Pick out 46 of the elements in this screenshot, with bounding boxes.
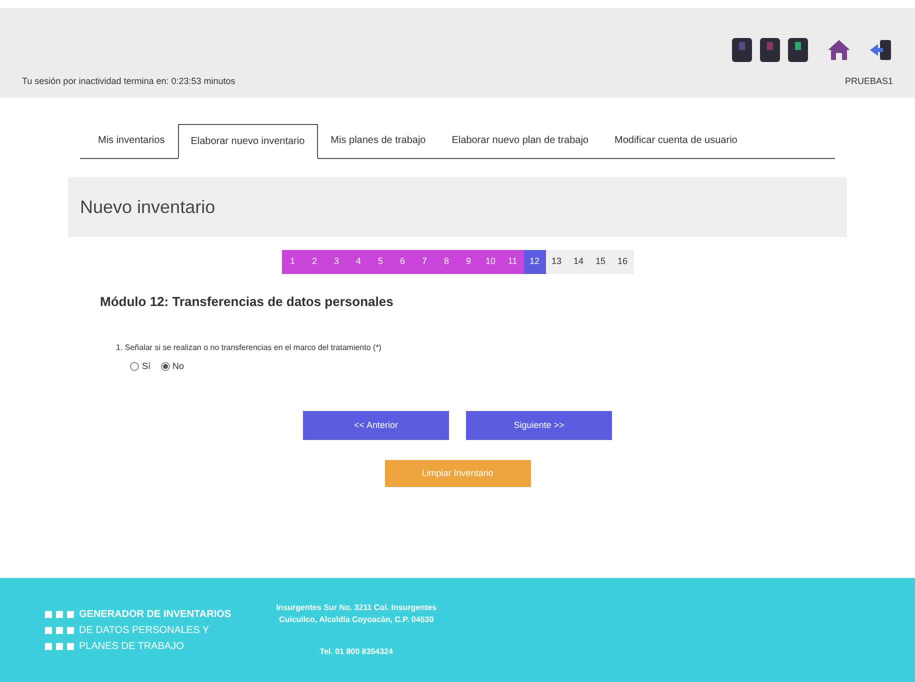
username: PRUEBAS1 xyxy=(844,74,893,88)
step-link[interactable]: 7 xyxy=(414,250,436,274)
tab[interactable]: Elaborar nuevo inventario xyxy=(178,124,318,159)
book-icon[interactable] xyxy=(787,36,809,62)
tab[interactable]: Mis planes de trabajo xyxy=(318,123,439,158)
brand-text: PLANES DE TRABAJO xyxy=(79,640,184,654)
book-icon[interactable] xyxy=(759,36,781,62)
book-icon[interactable] xyxy=(731,36,753,62)
step-link[interactable]: 10 xyxy=(480,250,502,274)
step-link[interactable]: 2 xyxy=(304,250,326,274)
brand-text: DE DATOS PERSONALES Y xyxy=(79,624,210,638)
brand-text: GENERADOR DE INVENTARIOS xyxy=(79,608,232,622)
squares-icon xyxy=(45,610,75,618)
radio-button[interactable] xyxy=(130,362,139,371)
home-icon[interactable] xyxy=(827,38,851,62)
session-timer: Tu sesión por inactividad termina en: 0:23:53 minutos xyxy=(22,74,236,88)
address-line: Insurgentes Sur No. 3211 Col. Insurgentes xyxy=(276,602,437,614)
step-link[interactable]: 13 xyxy=(546,250,568,274)
step-link[interactable]: 14 xyxy=(568,250,590,274)
step-link[interactable]: 12 xyxy=(524,250,546,274)
tab[interactable]: Elaborar nuevo plan de trabajo xyxy=(438,123,602,158)
question-text: 1. Señalar si se realizan o no transferencias en el marco del tratamiento (*) xyxy=(116,342,382,354)
step-link[interactable]: 5 xyxy=(370,250,392,274)
address-line: Cuicuilco, Alcaldía Coyoacán, C.P. 04530 xyxy=(278,614,434,626)
module-title: Módulo 12: Transferencias de datos personales xyxy=(100,293,394,311)
step-link[interactable]: 15 xyxy=(590,250,612,274)
radio-label: Sí xyxy=(142,360,151,372)
step-link[interactable]: 16 xyxy=(612,250,634,274)
squares-icon xyxy=(45,626,75,634)
logout-icon[interactable] xyxy=(869,38,893,62)
step-link[interactable]: 9 xyxy=(458,250,480,274)
phone-number: Tel. 01 800 8354324 xyxy=(320,646,393,658)
radio-label: No xyxy=(172,360,184,372)
tab[interactable]: Mis inventarios xyxy=(85,123,178,158)
step-link[interactable]: 6 xyxy=(392,250,414,274)
tab[interactable]: Modificar cuenta de usuario xyxy=(602,123,750,158)
panel-title: Nuevo inventario xyxy=(80,196,216,218)
step-link[interactable]: 8 xyxy=(436,250,458,274)
step-link[interactable]: 11 xyxy=(502,250,524,274)
step-link[interactable]: 1 xyxy=(282,250,304,274)
next-button[interactable]: Siguiente >> xyxy=(466,411,612,440)
radio-button[interactable] xyxy=(160,362,170,371)
step-link[interactable]: 3 xyxy=(326,250,348,274)
squares-icon xyxy=(45,642,75,650)
step-link[interactable]: 4 xyxy=(348,250,370,274)
previous-button[interactable]: << Anterior xyxy=(303,411,449,440)
